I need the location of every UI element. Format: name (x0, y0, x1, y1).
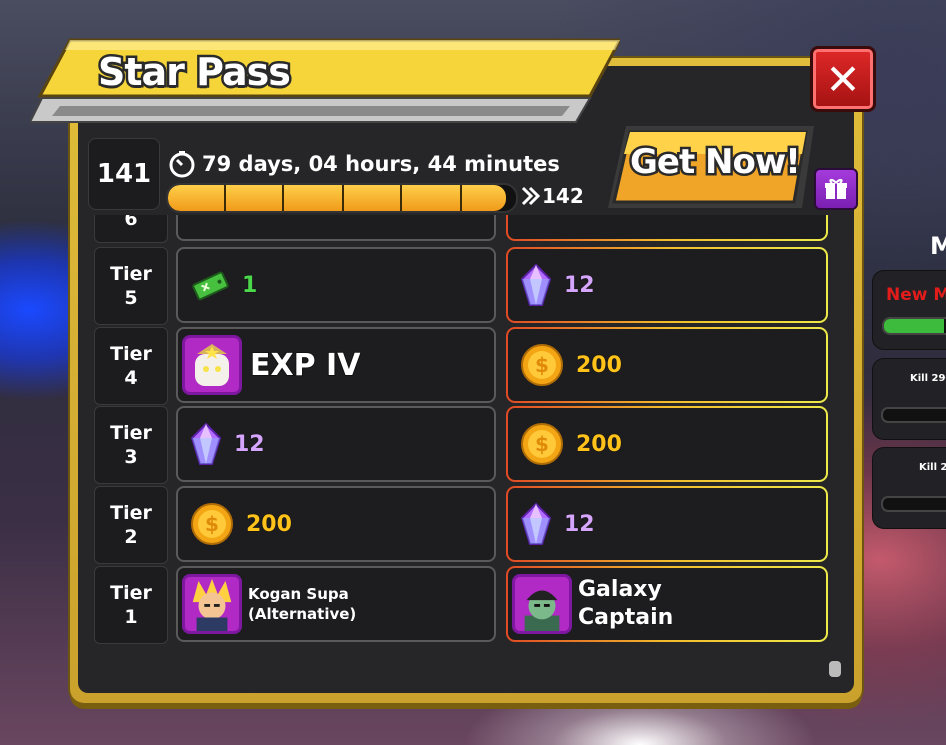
tier-number: 2 (124, 526, 138, 548)
free-reward-cell[interactable]: 1 (176, 247, 496, 323)
double-chevron-icon (521, 186, 540, 206)
side-header-letter: M (930, 232, 946, 260)
character-portrait (512, 574, 572, 634)
gift-button[interactable] (814, 168, 858, 210)
level-progress-fill (168, 185, 506, 211)
reward-amount: 12 (564, 272, 596, 298)
stopwatch-icon (169, 151, 195, 178)
tier-word: Tier (110, 422, 152, 444)
side-panel-quest-1: Kill 290 (872, 358, 946, 440)
character-portrait (182, 574, 242, 634)
side-quest-1-bar (881, 407, 946, 423)
current-level-badge: 141 (88, 138, 160, 210)
side-quest-1-label: Kill 290 (910, 373, 946, 384)
tier-label: 6 (94, 215, 168, 243)
current-level-value: 141 (96, 159, 152, 189)
tier-list[interactable]: 6 Tier 5 1 12 Tier 4 EXP IV $200 Tier 3 12 $200 Tier… (86, 215, 846, 673)
tier-word: Tier (110, 263, 152, 285)
page-title: Star Pass (96, 48, 294, 97)
gem-icon (190, 422, 222, 465)
paid-reward-cell[interactable]: 12 (506, 247, 828, 323)
tier-label: Tier 3 (94, 406, 168, 484)
ticket-icon (192, 271, 229, 301)
reward-name-line1: Kogan Supa (248, 585, 349, 603)
tier-number: 4 (124, 367, 138, 389)
paid-reward-cell[interactable] (506, 215, 828, 241)
tier-number: 5 (124, 287, 138, 309)
tier-label: Tier 4 (94, 327, 168, 405)
svg-text:$: $ (535, 353, 549, 377)
reward-amount: 12 (234, 431, 266, 457)
get-now-label: Get Now! (628, 140, 804, 185)
side-quest-2-bar (881, 496, 946, 512)
free-reward-cell[interactable]: 12 (176, 406, 496, 482)
free-reward-cell[interactable]: $200 (176, 486, 496, 562)
side-quest-2-label: Kill 2 (919, 462, 946, 473)
gift-icon (825, 179, 847, 199)
reward-amount: 1 (241, 272, 258, 298)
paid-reward-cell[interactable]: $200 (506, 406, 828, 482)
tier-number: 3 (124, 446, 138, 468)
next-level-value: 142 (542, 184, 584, 208)
tier-label: Tier 1 (94, 566, 168, 644)
free-reward-cell[interactable] (176, 215, 496, 241)
coin-icon: $ (191, 503, 233, 545)
coin-icon: $ (521, 423, 563, 465)
season-timer: 79 days, 04 hours, 44 minutes (168, 150, 560, 178)
paid-reward-cell[interactable]: Galaxy Captain (506, 566, 828, 642)
side-panel-quest-2: Kill 2 (872, 447, 946, 529)
reward-name-line2: Captain (577, 605, 674, 631)
paid-reward-cell[interactable]: 12 (506, 486, 828, 562)
side-new-label: New M (886, 285, 946, 305)
scrollbar-thumb[interactable] (829, 661, 841, 677)
gem-icon (520, 502, 552, 545)
reward-amount: 200 (576, 352, 623, 378)
gem-icon (520, 263, 552, 306)
svg-text:$: $ (205, 512, 219, 536)
timer-text: 79 days, 04 hours, 44 minutes (202, 152, 560, 176)
close-button[interactable]: ✕ (810, 46, 876, 112)
free-reward-cell[interactable]: Kogan Supa (Alternative) (176, 566, 496, 642)
side-new-bar (882, 317, 946, 335)
next-level-indicator: 142 (520, 184, 584, 208)
tier-label: Tier 2 (94, 486, 168, 564)
coin-icon: $ (521, 344, 563, 386)
reward-name: EXP IV (249, 347, 361, 384)
reward-name-line2: (Alternative) (248, 605, 357, 623)
tier-word: Tier (110, 502, 152, 524)
free-reward-cell[interactable]: EXP IV (176, 327, 496, 403)
close-icon: ✕ (825, 54, 861, 104)
tier-word: Tier (110, 582, 152, 604)
tier-label: Tier 5 (94, 247, 168, 325)
reward-amount: 200 (576, 431, 623, 457)
reward-name-line1: Galaxy (577, 577, 662, 603)
level-progress-bar (166, 183, 518, 213)
reward-amount: 12 (564, 511, 596, 537)
paid-reward-cell[interactable]: $200 (506, 327, 828, 403)
tier-word: Tier (110, 343, 152, 365)
svg-text:$: $ (535, 432, 549, 456)
character-portrait (182, 335, 242, 395)
tier-number: 1 (124, 606, 138, 628)
side-panel-new: New M (872, 270, 946, 350)
reward-amount: 200 (246, 511, 293, 537)
